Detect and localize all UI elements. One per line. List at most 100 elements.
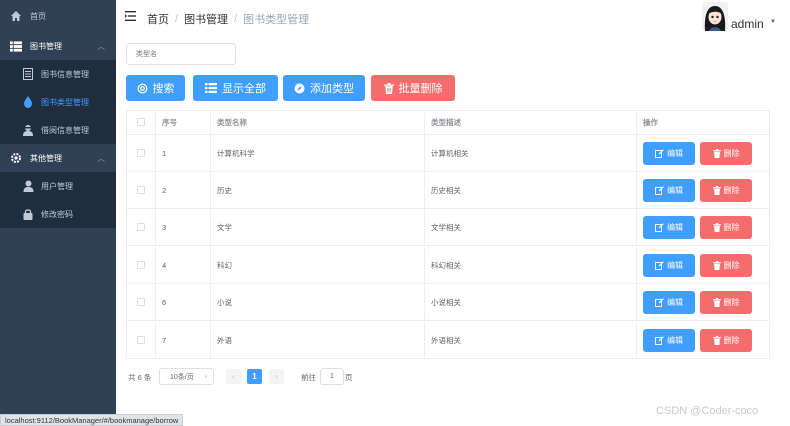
row-checkbox[interactable] xyxy=(136,186,145,194)
cell-type-name: 小说 xyxy=(211,284,425,320)
trash-icon xyxy=(712,149,721,158)
search-button-label: 搜索 xyxy=(152,83,175,95)
header-select-cell xyxy=(126,110,156,134)
row-select-cell xyxy=(126,135,156,171)
edit-button[interactable]: 编辑 xyxy=(643,142,695,165)
delete-button-label: 删除 xyxy=(723,261,740,270)
page-size-select[interactable]: 10条/页 ∨ xyxy=(159,368,214,385)
delete-button[interactable]: 删除 xyxy=(700,329,752,352)
delete-button-label: 删除 xyxy=(723,298,740,307)
table-row: 7 外语 外语相关 编辑 删除 xyxy=(126,322,770,359)
sidebar-item-label: 图书信息管理 xyxy=(41,69,89,79)
user-icon xyxy=(22,180,34,192)
cell-type-name: 科幻 xyxy=(211,247,425,283)
edit-button[interactable]: 编辑 xyxy=(643,216,695,239)
search-button[interactable]: 搜索 xyxy=(126,75,185,101)
delete-button-label: 删除 xyxy=(723,336,740,345)
delete-button[interactable]: 删除 xyxy=(700,291,752,314)
sidebar-item-book-info[interactable]: 图书信息管理 xyxy=(0,60,116,88)
select-all-checkbox[interactable] xyxy=(136,118,145,126)
row-select-cell xyxy=(126,322,156,358)
edit-icon xyxy=(655,298,664,307)
sidebar-item-borrow-info[interactable]: 借阅信息管理 xyxy=(0,116,116,144)
hamburger-icon[interactable] xyxy=(125,11,136,23)
sidebar-item-label: 用户管理 xyxy=(41,181,73,191)
type-name-search-input[interactable] xyxy=(126,43,236,65)
trash-icon xyxy=(712,186,721,195)
show-all-button[interactable]: 显示全部 xyxy=(193,75,278,101)
sidebar-item-label: 图书类型管理 xyxy=(41,97,89,107)
row-select-cell xyxy=(126,284,156,320)
header-type-name: 类型名称 xyxy=(211,110,425,134)
edit-button[interactable]: 编辑 xyxy=(643,329,695,352)
watermark: CSDN @Coder-coco xyxy=(656,405,759,417)
batch-delete-button[interactable]: 批量删除 xyxy=(371,75,455,101)
row-checkbox[interactable] xyxy=(136,336,145,344)
cell-operations: 编辑 删除 xyxy=(637,209,770,245)
gear-icon xyxy=(10,152,22,164)
breadcrumb: 首页 / 图书管理 / 图书类型管理 xyxy=(147,11,309,27)
sidebar-item-user-mgmt[interactable]: 用户管理 xyxy=(0,172,116,200)
chevron-down-icon: ∨ xyxy=(203,374,208,380)
edit-icon xyxy=(655,223,664,232)
browser-status-url: localhost:9112/BookManager/#/bookmanage/… xyxy=(0,414,184,426)
edit-button-label: 编辑 xyxy=(667,149,683,158)
sidebar-item-home[interactable]: 首页 xyxy=(0,2,116,30)
sidebar-item-label: 图书管理 xyxy=(30,41,62,51)
cell-type-name: 文学 xyxy=(211,209,425,245)
delete-button[interactable]: 删除 xyxy=(700,142,752,165)
delete-button-label: 删除 xyxy=(723,223,740,232)
delete-button[interactable]: 删除 xyxy=(700,254,752,277)
row-checkbox[interactable] xyxy=(136,261,145,269)
trash-icon xyxy=(712,223,721,232)
user-name[interactable]: admin xyxy=(731,17,764,31)
caret-down-icon[interactable]: ▼ xyxy=(770,19,776,25)
breadcrumb-book-mgmt[interactable]: 图书管理 xyxy=(184,11,228,27)
breadcrumb-home[interactable]: 首页 xyxy=(147,11,169,27)
avatar[interactable] xyxy=(702,2,728,31)
sidebar-item-change-pwd[interactable]: 修改密码 xyxy=(0,200,116,228)
table-row: 3 文学 文学相关 编辑 删除 xyxy=(126,209,770,246)
sidebar: 首页 图书管理 ︿ 图书信息管理 图书类型管理 借阅信息管理 其他管理 ︿ 用户… xyxy=(0,0,116,426)
cell-type-desc: 文学相关 xyxy=(425,209,637,245)
trash-icon xyxy=(383,82,394,94)
cell-operations: 编辑 删除 xyxy=(637,135,770,171)
edit-button-label: 编辑 xyxy=(667,336,683,345)
cell-type-name: 历史 xyxy=(211,172,425,208)
cell-index: 7 xyxy=(156,322,211,358)
edit-icon xyxy=(655,149,664,158)
lock-icon xyxy=(22,208,34,220)
delete-button[interactable]: 删除 xyxy=(700,179,752,202)
edit-button-label: 编辑 xyxy=(667,298,683,307)
prev-page-button[interactable]: ‹ xyxy=(226,369,241,384)
row-checkbox[interactable] xyxy=(136,298,145,306)
next-page-button[interactable]: › xyxy=(269,369,284,384)
header-operations: 操作 xyxy=(637,110,770,134)
search-icon xyxy=(137,83,148,94)
delete-button[interactable]: 删除 xyxy=(700,216,752,239)
sidebar-item-book-type[interactable]: 图书类型管理 xyxy=(0,88,116,116)
sidebar-item-label: 首页 xyxy=(30,11,46,21)
list-icon xyxy=(10,40,22,52)
sidebar-item-other-mgmt[interactable]: 其他管理 ︿ xyxy=(0,144,116,172)
row-checkbox[interactable] xyxy=(136,223,145,231)
edit-button[interactable]: 编辑 xyxy=(643,179,695,202)
edit-button-label: 编辑 xyxy=(667,261,683,270)
document-icon xyxy=(22,68,34,80)
goto-page-input[interactable]: 1 xyxy=(320,368,344,385)
page-number-1[interactable]: 1 xyxy=(247,369,262,384)
cell-index: 1 xyxy=(156,135,211,171)
breadcrumb-separator: / xyxy=(175,13,179,25)
cell-index: 3 xyxy=(156,209,211,245)
trash-icon xyxy=(712,336,721,345)
row-select-cell xyxy=(126,172,156,208)
cell-type-name: 外语 xyxy=(211,322,425,358)
add-type-button[interactable]: 添加类型 xyxy=(283,75,365,101)
edit-button[interactable]: 编辑 xyxy=(643,291,695,314)
edit-button[interactable]: 编辑 xyxy=(643,254,695,277)
breadcrumb-current: 图书类型管理 xyxy=(243,14,310,26)
cell-operations: 编辑 删除 xyxy=(637,172,770,208)
row-checkbox[interactable] xyxy=(136,149,145,157)
sidebar-item-book-mgmt[interactable]: 图书管理 ︿ xyxy=(0,32,116,60)
cell-type-desc: 计算机相关 xyxy=(425,135,637,171)
